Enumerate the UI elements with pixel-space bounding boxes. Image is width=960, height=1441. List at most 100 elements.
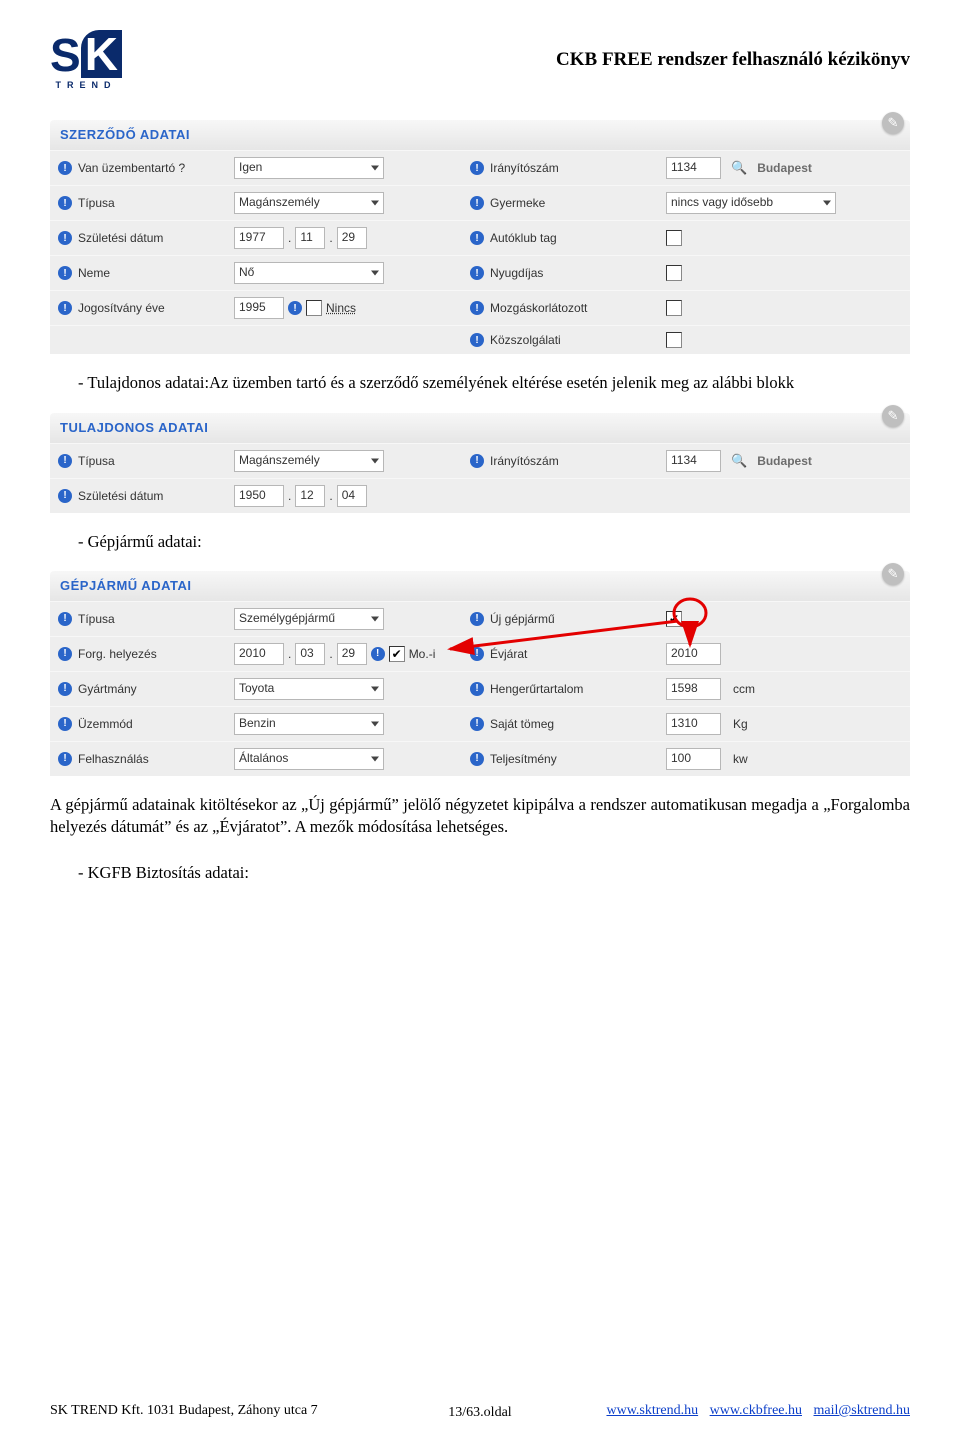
footer-page-number: 13/63.oldal	[50, 1405, 910, 1421]
select-gyartmany[interactable]: Toyota	[234, 678, 384, 700]
input-tul-dob-day[interactable]: 04	[337, 485, 367, 507]
mandatory-icon: !	[58, 647, 72, 661]
mandatory-icon: !	[288, 301, 302, 315]
input-evjarat[interactable]: 2010	[666, 643, 721, 665]
edit-icon[interactable]: ✎	[882, 112, 904, 134]
row-gyartmany: ! Gyártmány Toyota ! Hengerűrtartalom 1598…	[50, 671, 910, 706]
section-bar-gepjarmu: GÉPJÁRMŰ ADATAI ✎	[50, 571, 910, 601]
select-tul-tipusa[interactable]: Magánszemély	[234, 450, 384, 472]
input-fh-month[interactable]: 03	[295, 643, 325, 665]
checkbox-autoklub[interactable]	[666, 230, 682, 246]
input-dob-day[interactable]: 29	[337, 227, 367, 249]
row-forg-helyezes: !Forg. helyezés 2010. 03. 29 ! ✔ Mo.-i !…	[50, 636, 910, 671]
label-nincs: Nincs	[326, 301, 356, 315]
checkbox-uj-gepjarmu[interactable]: ✔	[666, 611, 682, 627]
mandatory-icon: !	[58, 454, 72, 468]
input-fh-day[interactable]: 29	[337, 643, 367, 665]
checkbox-nincs-jogositvany[interactable]	[306, 300, 322, 316]
mandatory-icon: !	[58, 717, 72, 731]
city-label: Budapest	[757, 161, 812, 175]
mandatory-icon: !	[470, 752, 484, 766]
input-dob-month[interactable]: 11	[295, 227, 325, 249]
mandatory-icon: !	[470, 717, 484, 731]
input-henger[interactable]: 1598	[666, 678, 721, 700]
select-neme[interactable]: Nő	[234, 262, 384, 284]
section-title-szerzodo: SZERZŐDŐ ADATAI	[60, 127, 190, 142]
edit-icon[interactable]: ✎	[882, 563, 904, 585]
unit-kg: Kg	[733, 717, 748, 731]
input-tul-dob-year[interactable]: 1950	[234, 485, 284, 507]
select-uzemmod[interactable]: Benzin	[234, 713, 384, 735]
input-dob-year[interactable]: 1977	[234, 227, 284, 249]
page-header: S K TREND CKB FREE rendszer felhasználó …	[50, 30, 910, 90]
mandatory-icon: !	[470, 647, 484, 661]
city-label: Budapest	[757, 454, 812, 468]
label-tipusa: Típusa	[78, 612, 115, 626]
input-tul-dob-month[interactable]: 12	[295, 485, 325, 507]
label-nyugdijas: Nyugdíjas	[490, 266, 543, 280]
label-uj-gepjarmu: Új gépjármű	[490, 612, 555, 626]
search-icon[interactable]: 🔍	[731, 160, 747, 176]
mandatory-icon: !	[58, 161, 72, 175]
input-tul-iranyitoszam[interactable]: 1134	[666, 450, 721, 472]
row-neme: !Neme Nő !Nyugdíjas	[50, 255, 910, 290]
label-felhasznalas: Felhasználás	[78, 752, 149, 766]
row-szuletesi-datum: !Születési dátum 1977. 11. 29 !Autóklub …	[50, 220, 910, 255]
select-gj-tipusa[interactable]: Személygépjármű	[234, 608, 384, 630]
checkbox-nyugdijas[interactable]	[666, 265, 682, 281]
row-uzemmod: ! Üzemmód Benzin ! Saját tömeg 1310 Kg	[50, 706, 910, 741]
label-tipusa: Típusa	[78, 196, 115, 210]
section-title-gepjarmu: GÉPJÁRMŰ ADATAI	[60, 578, 191, 593]
checkbox-kozszolgalati[interactable]	[666, 332, 682, 348]
select-van-uzembentarto[interactable]: Igen	[234, 157, 384, 179]
mandatory-icon: !	[58, 612, 72, 626]
row-jogositvany: !Jogosítvány éve 1995 ! Nincs !Mozgáskor…	[50, 290, 910, 325]
label-autoklub: Autóklub tag	[490, 231, 557, 245]
mandatory-icon: !	[58, 752, 72, 766]
select-gyermeke[interactable]: nincs vagy idősebb	[666, 192, 836, 214]
mandatory-icon: !	[58, 489, 72, 503]
doc-title: CKB FREE rendszer felhasználó kézikönyv	[556, 49, 910, 71]
input-jogositvany-ev[interactable]: 1995	[234, 297, 284, 319]
page-footer: SK TREND Kft. 1031 Budapest, Záhony utca…	[50, 1403, 910, 1419]
search-icon[interactable]: 🔍	[731, 453, 747, 469]
input-iranyitoszam[interactable]: 1134	[666, 157, 721, 179]
label-sajat-tomeg: Saját tömeg	[490, 717, 554, 731]
paragraph-tulajdonos: - Tulajdonos adatai:Az üzemben tartó és …	[50, 372, 910, 394]
mandatory-icon: !	[58, 196, 72, 210]
row-tipusa: !Típusa Magánszemély !Gyermeke nincs vag…	[50, 185, 910, 220]
label-hengerurtartalom: Hengerűrtartalom	[490, 682, 583, 696]
unit-ccm: ccm	[733, 682, 755, 696]
label-mozgaskorlatozott: Mozgáskorlátozott	[490, 301, 587, 315]
edit-icon[interactable]: ✎	[882, 405, 904, 427]
mandatory-icon: !	[58, 231, 72, 245]
label-iranyitoszam: Irányítószám	[490, 454, 559, 468]
input-teljesitmeny[interactable]: 100	[666, 748, 721, 770]
mandatory-icon: !	[470, 196, 484, 210]
mandatory-icon: !	[470, 682, 484, 696]
brand-logo-top: S K	[50, 30, 122, 78]
mandatory-icon: !	[470, 301, 484, 315]
brand-logo: S K TREND	[50, 30, 122, 90]
label-teljesitmeny: Teljesítmény	[490, 752, 557, 766]
mandatory-icon: !	[470, 612, 484, 626]
section-bar-szerzodo: SZERZŐDŐ ADATAI ✎	[50, 120, 910, 150]
label-szuletesi-datum: Születési dátum	[78, 231, 163, 245]
select-tipusa[interactable]: Magánszemély	[234, 192, 384, 214]
select-felhasznalas[interactable]: Általános	[234, 748, 384, 770]
label-uzemmod: Üzemmód	[78, 717, 133, 731]
label-jogositvany-eve: Jogosítvány éve	[78, 301, 165, 315]
checkbox-mozgaskorlatozott[interactable]	[666, 300, 682, 316]
section-title-tulajdonos: TULAJDONOS ADATAI	[60, 420, 208, 435]
label-gyartmany: Gyártmány	[78, 682, 137, 696]
label-forg-helyezes: Forg. helyezés	[78, 647, 157, 661]
row-tul-szuletesi: !Születési dátum 1950. 12. 04	[50, 478, 910, 513]
input-tomeg[interactable]: 1310	[666, 713, 721, 735]
mandatory-icon: !	[470, 266, 484, 280]
checkbox-mo-i[interactable]: ✔	[389, 646, 405, 662]
row-felhasznalas: ! Felhasználás Általános ! Teljesítmény 10…	[50, 741, 910, 776]
row-van-uzembentarto: !Van üzembentartó ? Igen !Irányítószám 1…	[50, 150, 910, 185]
input-fh-year[interactable]: 2010	[234, 643, 284, 665]
mandatory-icon: !	[58, 682, 72, 696]
mandatory-icon: !	[470, 161, 484, 175]
